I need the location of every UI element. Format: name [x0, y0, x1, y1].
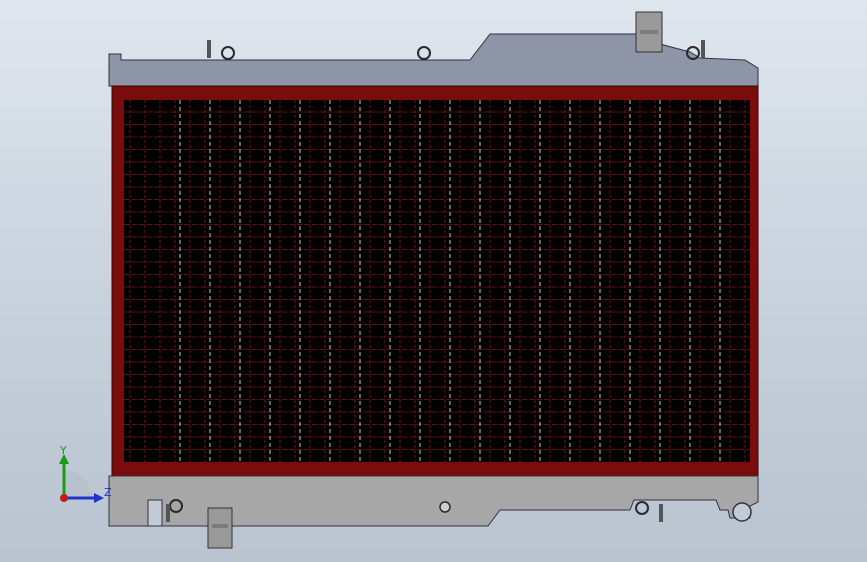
- lower-mount-ring-3: [732, 502, 752, 522]
- z-axis-arrow-icon: [94, 493, 104, 503]
- lower-pin-2: [659, 504, 663, 522]
- radiator-core[interactable]: [111, 85, 759, 477]
- mount-ring-2: [417, 46, 431, 60]
- mount-ring-1: [221, 46, 235, 60]
- mount-pin-1: [207, 40, 211, 58]
- cad-viewport[interactable]: [0, 0, 867, 562]
- lower-tank[interactable]: [108, 475, 759, 549]
- drain-plug[interactable]: [439, 501, 451, 513]
- upper-tank[interactable]: [108, 11, 759, 87]
- lower-notch: [147, 499, 163, 527]
- core-matrix: [124, 100, 750, 462]
- lower-pin-1: [166, 504, 170, 522]
- lower-mount-ring-2: [635, 501, 649, 515]
- mount-pin-2: [701, 40, 705, 58]
- x-axis-dot-icon: [60, 494, 68, 502]
- triad-quarter-disc: [64, 470, 92, 498]
- coordinate-triad[interactable]: Y Z: [50, 440, 120, 510]
- y-axis-label: Y: [59, 444, 67, 457]
- z-axis-label: Z: [104, 486, 112, 499]
